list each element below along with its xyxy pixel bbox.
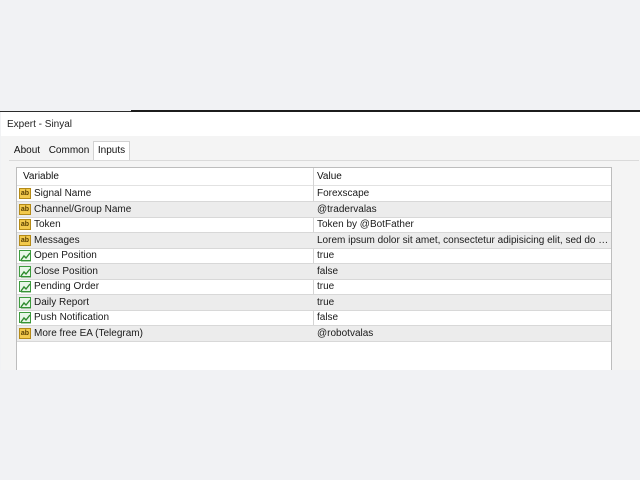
text-param-icon: ab <box>19 234 31 246</box>
table-row[interactable]: Close Position false <box>17 263 611 280</box>
tab-common[interactable]: Common <box>46 143 92 159</box>
tab-strip-divider <box>9 160 639 161</box>
table-row[interactable]: Push Notification false <box>17 310 611 326</box>
variable-cell: More free EA (Telegram) <box>34 327 143 339</box>
table-row[interactable]: Daily Report true <box>17 294 611 311</box>
bool-param-icon <box>19 312 31 324</box>
table-row[interactable]: ab Token Token by @BotFather <box>17 217 611 233</box>
text-param-icon: ab <box>19 203 31 215</box>
table-row[interactable]: Open Position true <box>17 248 611 264</box>
value-cell[interactable]: @robotvalas <box>317 328 609 339</box>
title-bar[interactable]: Expert - Sinyal <box>1 112 640 136</box>
value-cell[interactable]: true <box>317 281 609 292</box>
text-param-icon: ab <box>19 219 31 230</box>
variable-cell: Signal Name <box>34 188 92 199</box>
variable-cell: Pending Order <box>34 281 100 292</box>
bool-param-icon <box>19 281 31 293</box>
inputs-table: Variable Value ab Signal Name Forexscape ab… <box>16 167 612 370</box>
column-header-value[interactable]: Value <box>317 171 342 182</box>
value-cell[interactable]: true <box>317 250 609 261</box>
variable-cell: Close Position <box>34 265 98 277</box>
value-cell[interactable]: Token by @BotFather <box>317 219 609 230</box>
value-cell[interactable]: true <box>317 297 609 308</box>
value-cell[interactable]: @tradervalas <box>317 204 609 215</box>
bool-param-icon <box>19 265 31 277</box>
window-title: Expert - Sinyal <box>7 119 73 130</box>
table-row[interactable]: ab Messages Lorem ipsum dolor sit amet, co… <box>17 232 611 249</box>
value-cell[interactable]: false <box>317 312 609 323</box>
table-header: Variable Value <box>17 168 611 186</box>
column-header-variable[interactable]: Variable <box>23 171 59 182</box>
expert-dialog: Expert - Sinyal About Common Inputs Vari… <box>1 112 640 370</box>
variable-cell: Push Notification <box>34 312 110 323</box>
variable-cell: Messages <box>34 234 80 246</box>
table-row[interactable]: Pending Order true <box>17 279 611 295</box>
table-row[interactable]: ab More free EA (Telegram) @robotvalas <box>17 325 611 342</box>
value-cell[interactable]: Forexscape <box>317 188 609 199</box>
table-row[interactable]: ab Channel/Group Name @tradervalas <box>17 201 611 218</box>
value-cell[interactable]: false <box>317 266 609 277</box>
text-param-icon: ab <box>19 327 31 339</box>
variable-cell: Channel/Group Name <box>34 203 132 215</box>
table-row[interactable]: ab Signal Name Forexscape <box>17 186 611 202</box>
bool-param-icon <box>19 296 31 308</box>
text-param-icon: ab <box>19 188 31 199</box>
value-cell[interactable]: Lorem ipsum dolor sit amet, consectetur … <box>317 235 609 246</box>
variable-cell: Daily Report <box>34 296 90 308</box>
tab-about[interactable]: About <box>9 143 45 159</box>
variable-cell: Token <box>34 219 61 230</box>
variable-cell: Open Position <box>34 250 97 261</box>
tab-inputs[interactable]: Inputs <box>93 141 130 161</box>
bool-param-icon <box>19 250 31 262</box>
